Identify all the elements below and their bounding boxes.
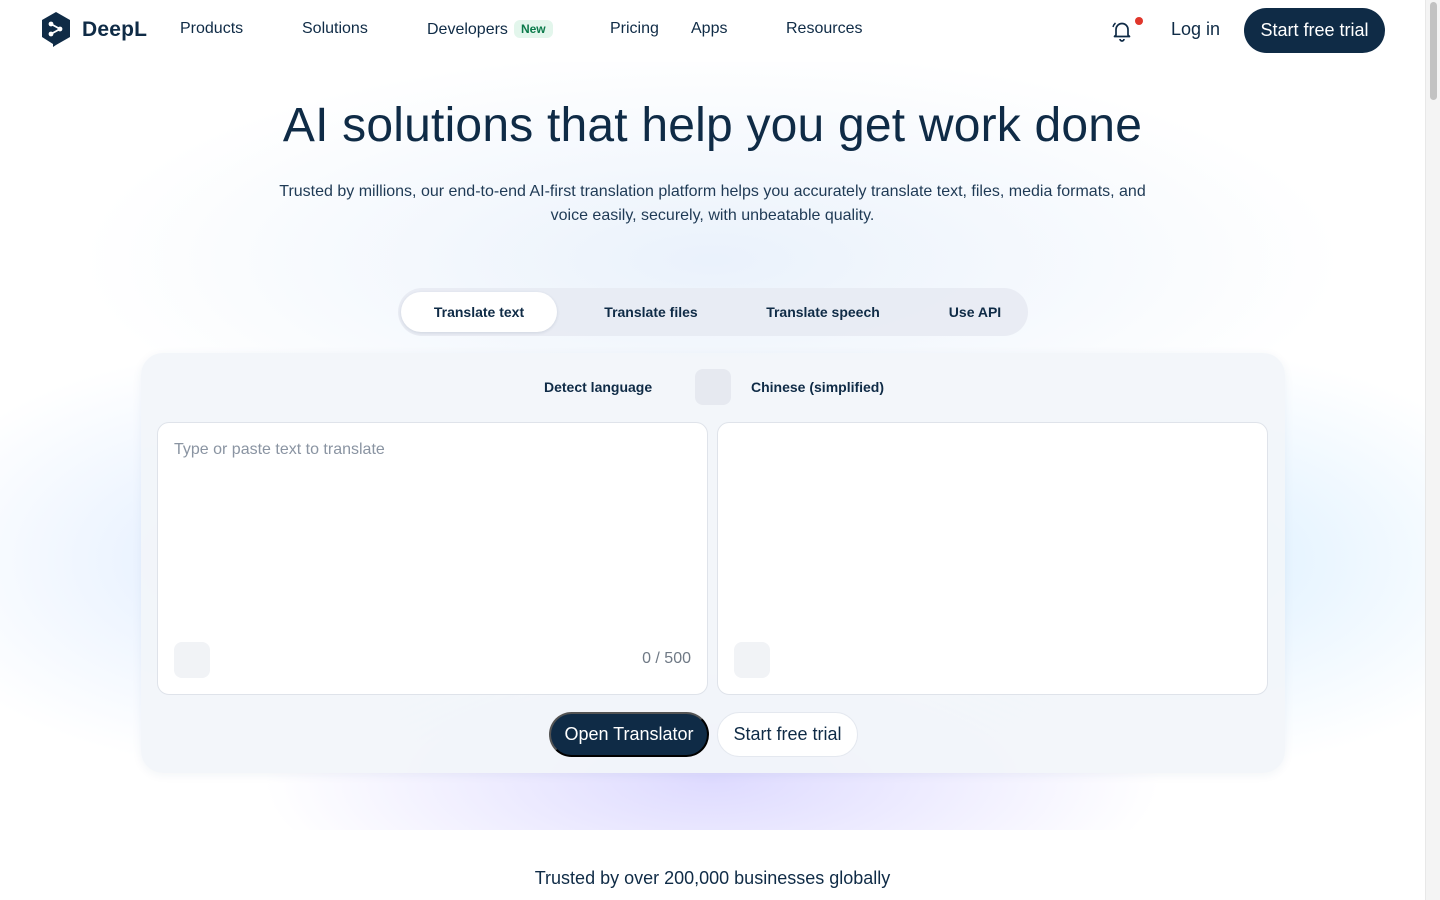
tab-translate-text[interactable]: Translate text bbox=[401, 292, 557, 332]
nav-developers-label: Developers bbox=[427, 21, 508, 38]
scrollbar-thumb[interactable] bbox=[1430, 2, 1437, 100]
source-language-selector[interactable]: Detect language bbox=[544, 379, 652, 395]
target-language-selector[interactable]: Chinese (simplified) bbox=[751, 379, 884, 395]
deepl-logo-icon bbox=[42, 12, 70, 47]
top-navigation: DeepL Products Solutions Developers New P… bbox=[0, 0, 1425, 62]
nav-solutions[interactable]: Solutions bbox=[302, 20, 368, 38]
nav-products[interactable]: Products bbox=[180, 20, 243, 38]
deepl-logo[interactable]: DeepL bbox=[40, 11, 147, 48]
card-start-free-trial-button[interactable]: Start free trial bbox=[717, 712, 858, 757]
page: DeepL Products Solutions Developers New P… bbox=[0, 0, 1425, 900]
nav-resources[interactable]: Resources bbox=[786, 20, 862, 38]
start-free-trial-button[interactable]: Start free trial bbox=[1244, 8, 1385, 53]
nav-developers[interactable]: Developers New bbox=[427, 20, 553, 39]
tab-translate-files[interactable]: Translate files bbox=[568, 292, 734, 332]
page-scrollbar[interactable] bbox=[1425, 0, 1440, 900]
open-translator-button[interactable]: Open Translator bbox=[549, 712, 709, 757]
nav-pricing[interactable]: Pricing bbox=[610, 20, 659, 38]
bottom-band bbox=[0, 830, 1425, 900]
new-badge: New bbox=[513, 20, 553, 38]
translation-output-panel bbox=[717, 422, 1268, 695]
source-action-button[interactable] bbox=[174, 642, 210, 678]
hero-subtitle: Trusted by millions, our end-to-end AI-f… bbox=[279, 183, 1146, 224]
brand-name: DeepL bbox=[82, 17, 148, 41]
translation-mode-tabs: Translate text Translate files Translate… bbox=[398, 288, 1028, 336]
tab-translate-speech[interactable]: Translate speech bbox=[742, 292, 904, 332]
character-counter: 0 / 500 bbox=[642, 650, 691, 667]
swap-languages-icon[interactable] bbox=[695, 369, 731, 405]
login-link[interactable]: Log in bbox=[1171, 19, 1220, 40]
notification-dot bbox=[1135, 17, 1143, 25]
output-action-button[interactable] bbox=[734, 642, 770, 678]
nav-apps[interactable]: Apps bbox=[691, 20, 727, 38]
trusted-by-text: Trusted by over 200,000 businesses globa… bbox=[534, 868, 891, 888]
hero-title: AI solutions that help you get work done bbox=[282, 99, 1143, 152]
bell-icon[interactable] bbox=[1110, 19, 1134, 43]
source-text-input[interactable]: Type or paste text to translate bbox=[174, 441, 385, 459]
tab-use-api[interactable]: Use API bbox=[916, 292, 1034, 332]
source-text-panel[interactable]: Type or paste text to translate 0 / 500 bbox=[157, 422, 708, 695]
